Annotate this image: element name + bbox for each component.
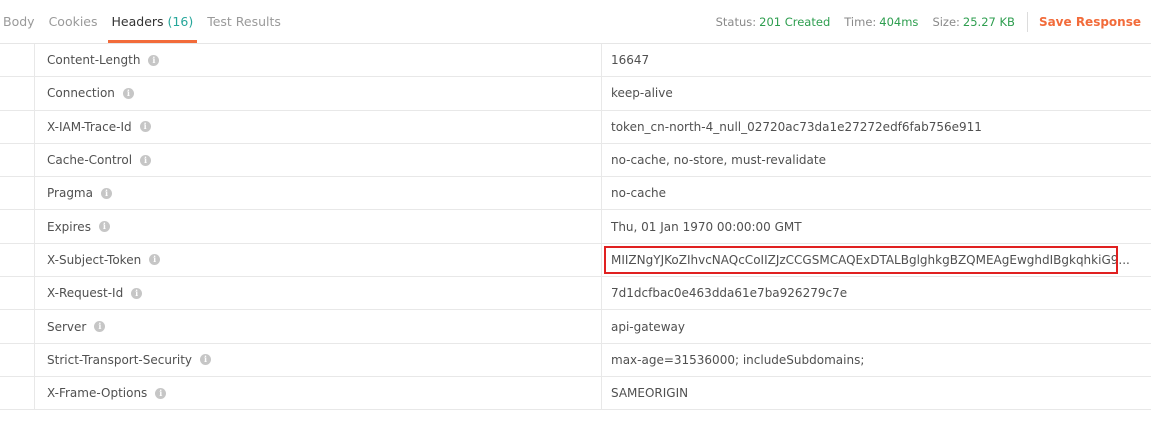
- info-icon[interactable]: i: [155, 387, 167, 399]
- header-key-cell: Cache-Control i: [35, 143, 602, 177]
- status-value[interactable]: 201 Created: [759, 15, 830, 29]
- table-row: Content-Length i 16647: [0, 44, 1151, 78]
- row-gutter: [0, 376, 35, 410]
- info-icon[interactable]: i: [100, 187, 112, 199]
- tab-cookies[interactable]: Cookies: [49, 0, 98, 44]
- headers-count: (16): [167, 14, 194, 29]
- header-key-cell: Server i: [35, 310, 602, 343]
- info-icon[interactable]: i: [140, 154, 152, 166]
- toolbar-divider: [1026, 12, 1028, 32]
- table-row: X-Frame-Options i SAMEORIGIN: [0, 376, 1151, 411]
- header-value-cell[interactable]: 16647: [602, 44, 1151, 76]
- time-value[interactable]: 404ms: [879, 15, 918, 29]
- header-value-cell[interactable]: MIIZNgYJKoZIhvcNAQcCoIIZJzCCGSMCAQExDTAL…: [602, 244, 1151, 276]
- header-value: api-gateway: [611, 319, 685, 334]
- table-row: Expires i Thu, 01 Jan 1970 00:00:00 GMT: [0, 210, 1151, 244]
- info-icon[interactable]: i: [148, 54, 160, 66]
- tab-headers-label: Headers: [111, 14, 164, 29]
- header-value: MIIZNgYJKoZIhvcNAQcCoIIZJzCCGSMCAQExDTAL…: [611, 252, 1130, 267]
- tab-headers[interactable]: Headers (16): [107, 0, 197, 44]
- header-key-cell: Connection i: [35, 77, 602, 110]
- header-key: Strict-Transport-Security: [47, 352, 193, 367]
- row-gutter: [0, 177, 35, 210]
- response-tabs: Body Cookies Headers (16) Test Results: [0, 0, 295, 44]
- info-icon[interactable]: i: [131, 287, 143, 299]
- info-icon[interactable]: i: [149, 254, 161, 266]
- header-value: SAMEORIGIN: [611, 386, 689, 401]
- row-gutter: [0, 343, 35, 376]
- tab-body-label: Body: [3, 14, 35, 29]
- table-row: X-Subject-Token i MIIZNgYJKoZIhvcNAQcCoIIZ…: [0, 243, 1151, 278]
- tab-body[interactable]: Body: [3, 0, 35, 44]
- header-key-cell: Content-Length i: [35, 44, 602, 77]
- header-value-cell[interactable]: no-cache: [602, 177, 1151, 209]
- row-gutter: [0, 210, 35, 243]
- header-key: X-IAM-Trace-Id: [47, 119, 132, 134]
- row-gutter: [0, 143, 35, 177]
- table-row: Strict-Transport-Security i max-age=315360…: [0, 343, 1151, 377]
- header-value-cell[interactable]: api-gateway: [602, 310, 1151, 342]
- header-key: Cache-Control: [47, 153, 133, 168]
- info-icon[interactable]: i: [200, 354, 212, 366]
- row-gutter: [0, 310, 35, 343]
- header-value-cell[interactable]: max-age=31536000; includeSubdomains;: [602, 344, 1151, 376]
- header-key-cell: X-Frame-Options i: [35, 376, 602, 410]
- header-value-cell[interactable]: no-cache, no-store, must-revalidate: [602, 144, 1151, 176]
- header-key-cell: X-Request-Id i: [35, 277, 602, 310]
- tab-test-results[interactable]: Test Results: [207, 0, 281, 44]
- response-meta: Status: 201 Created Time: 404ms Size: 25…: [702, 0, 1141, 44]
- header-value: max-age=31536000; includeSubdomains;: [611, 352, 865, 367]
- save-response-button[interactable]: Save Response: [1039, 15, 1141, 29]
- header-value-cell[interactable]: token_cn-north-4_null_02720ac73da1e27272…: [602, 111, 1151, 143]
- info-icon[interactable]: i: [139, 121, 151, 133]
- size-label: Size:: [932, 15, 960, 29]
- header-value: 7d1dcfbac0e463dda61e7ba926279c7e: [611, 286, 848, 301]
- header-key: Expires: [47, 219, 91, 234]
- header-value-cell[interactable]: keep-alive: [602, 77, 1151, 109]
- info-icon[interactable]: i: [98, 221, 110, 233]
- status-label: Status:: [715, 15, 757, 29]
- headers-table: Content-Length i 16647 Connection i keep-aliv…: [0, 44, 1151, 411]
- header-key-cell: Strict-Transport-Security i: [35, 343, 602, 376]
- header-value: no-cache: [611, 186, 667, 201]
- row-gutter: [0, 77, 35, 110]
- response-toolbar: Body Cookies Headers (16) Test Results S…: [0, 0, 1151, 44]
- row-gutter: [0, 277, 35, 310]
- header-key: X-Request-Id: [47, 286, 124, 301]
- header-key: X-Frame-Options: [47, 386, 148, 401]
- row-gutter: [0, 243, 35, 277]
- header-value: keep-alive: [611, 86, 673, 101]
- table-row: X-Request-Id i 7d1dcfbac0e463dda61e7ba9262…: [0, 277, 1151, 311]
- header-key-cell: Pragma i: [35, 177, 602, 210]
- table-row: Connection i keep-alive: [0, 77, 1151, 111]
- tab-test-results-label: Test Results: [207, 14, 281, 29]
- table-row: X-IAM-Trace-Id i token_cn-north-4_null_027…: [0, 110, 1151, 144]
- header-value: no-cache, no-store, must-revalidate: [611, 153, 826, 168]
- header-value-cell[interactable]: SAMEORIGIN: [602, 377, 1151, 409]
- size-value[interactable]: 25.27 KB: [963, 15, 1015, 29]
- header-value: 16647: [611, 53, 650, 68]
- table-row: Pragma i no-cache: [0, 177, 1151, 211]
- info-icon[interactable]: i: [94, 321, 106, 333]
- info-icon[interactable]: i: [122, 87, 134, 99]
- header-key-cell: Expires i: [35, 210, 602, 243]
- header-value: token_cn-north-4_null_02720ac73da1e27272…: [611, 119, 982, 134]
- tab-cookies-label: Cookies: [48, 14, 98, 29]
- time-label: Time:: [844, 15, 877, 29]
- table-row: Server i api-gateway: [0, 310, 1151, 344]
- header-key-cell: X-IAM-Trace-Id i: [35, 110, 602, 143]
- header-value-cell[interactable]: 7d1dcfbac0e463dda61e7ba926279c7e: [602, 277, 1151, 309]
- header-key: Connection: [47, 86, 115, 101]
- header-value: Thu, 01 Jan 1970 00:00:00 GMT: [611, 219, 802, 234]
- row-gutter: [0, 110, 35, 143]
- row-gutter: [0, 44, 35, 77]
- header-key: Content-Length: [47, 53, 141, 68]
- header-key: X-Subject-Token: [47, 252, 142, 267]
- header-key: Server: [47, 319, 87, 334]
- header-key: Pragma: [47, 186, 93, 201]
- table-row: Cache-Control i no-cache, no-store, must-r…: [0, 143, 1151, 178]
- header-value-cell[interactable]: Thu, 01 Jan 1970 00:00:00 GMT: [602, 210, 1151, 242]
- header-key-cell: X-Subject-Token i: [35, 243, 602, 277]
